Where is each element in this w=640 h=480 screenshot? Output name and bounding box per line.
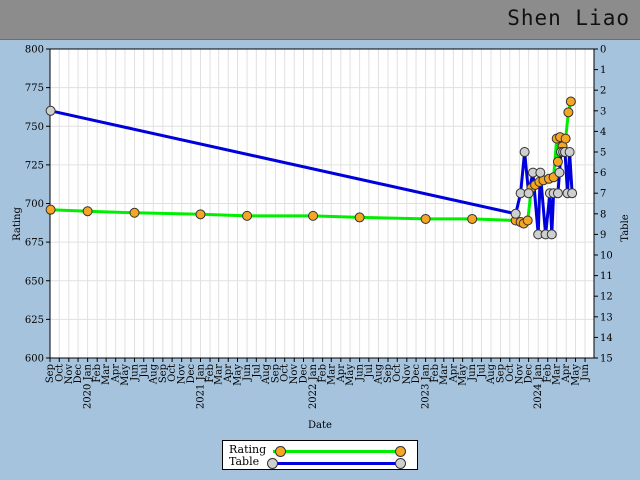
data-point-rating — [565, 96, 576, 107]
legend-label-table: Table — [229, 455, 260, 468]
y2-tick-label: 2 — [600, 86, 606, 97]
y-tick-label: 750 — [25, 122, 44, 133]
y-tick-label: 700 — [25, 199, 44, 210]
y-tick-label: 775 — [25, 83, 44, 94]
y-tick-label: 650 — [25, 276, 44, 287]
legend-marker-table-start — [267, 458, 278, 469]
data-point-table — [546, 229, 557, 240]
legend-marker-rating-start — [275, 446, 286, 457]
y-tick-label: 675 — [25, 238, 44, 249]
legend-marker-table-end — [395, 458, 406, 469]
y2-tick-label: 14 — [600, 333, 613, 344]
legend: Rating Table — [222, 440, 418, 470]
data-point-rating — [195, 209, 206, 220]
y2-tick-label: 7 — [600, 189, 606, 200]
y2-tick-label: 9 — [600, 230, 606, 241]
y2-axis-title: Table — [620, 214, 631, 241]
data-point-rating — [467, 213, 478, 224]
y2-tick-label: 11 — [600, 271, 613, 282]
data-point-table — [552, 188, 563, 199]
data-point-rating — [560, 133, 571, 144]
data-point-rating — [354, 212, 365, 223]
data-point-rating — [82, 206, 93, 217]
rating-chart: SepOctNovDec2020 JanFebMarAprMayJunJulAu… — [12, 45, 631, 432]
data-point-table — [535, 167, 546, 178]
data-point-rating — [45, 204, 56, 215]
data-point-rating — [308, 210, 319, 221]
data-point-rating — [552, 156, 563, 167]
data-point-table — [567, 188, 578, 199]
data-point-table — [564, 147, 575, 157]
y2-tick-label: 8 — [600, 209, 606, 220]
legend-line-rating — [273, 450, 398, 453]
x-axis-title: Date — [308, 420, 332, 431]
data-point-table — [519, 147, 530, 157]
y2-tick-label: 3 — [600, 106, 606, 117]
data-point-table — [523, 188, 534, 199]
data-point-table — [554, 167, 565, 178]
y2-tick-label: 10 — [600, 251, 613, 262]
y2-tick-label: 6 — [600, 168, 606, 179]
data-point-table — [45, 105, 56, 116]
data-point-rating — [563, 107, 574, 118]
y2-tick-label: 13 — [600, 312, 613, 323]
data-point-table — [510, 208, 521, 219]
y2-tick-label: 5 — [600, 148, 606, 159]
y2-tick-label: 0 — [600, 45, 606, 56]
y-axis-title: Rating — [12, 207, 23, 241]
y-tick-label: 625 — [25, 315, 44, 326]
y2-tick-label: 15 — [600, 354, 613, 365]
x-tick-label: Jun — [580, 363, 591, 381]
y2-tick-label: 4 — [600, 127, 606, 138]
y-tick-label: 800 — [25, 45, 44, 56]
data-point-rating — [129, 207, 140, 218]
data-point-rating — [242, 210, 253, 221]
y2-tick-label: 1 — [600, 65, 606, 76]
legend-item-table: Table — [229, 456, 259, 468]
y-tick-label: 600 — [25, 354, 44, 365]
legend-marker-rating-end — [395, 446, 406, 457]
legend-line-table — [273, 462, 398, 465]
y-tick-label: 725 — [25, 160, 44, 171]
data-point-rating — [522, 215, 533, 226]
data-point-rating — [420, 213, 431, 224]
y2-tick-label: 12 — [600, 292, 613, 303]
